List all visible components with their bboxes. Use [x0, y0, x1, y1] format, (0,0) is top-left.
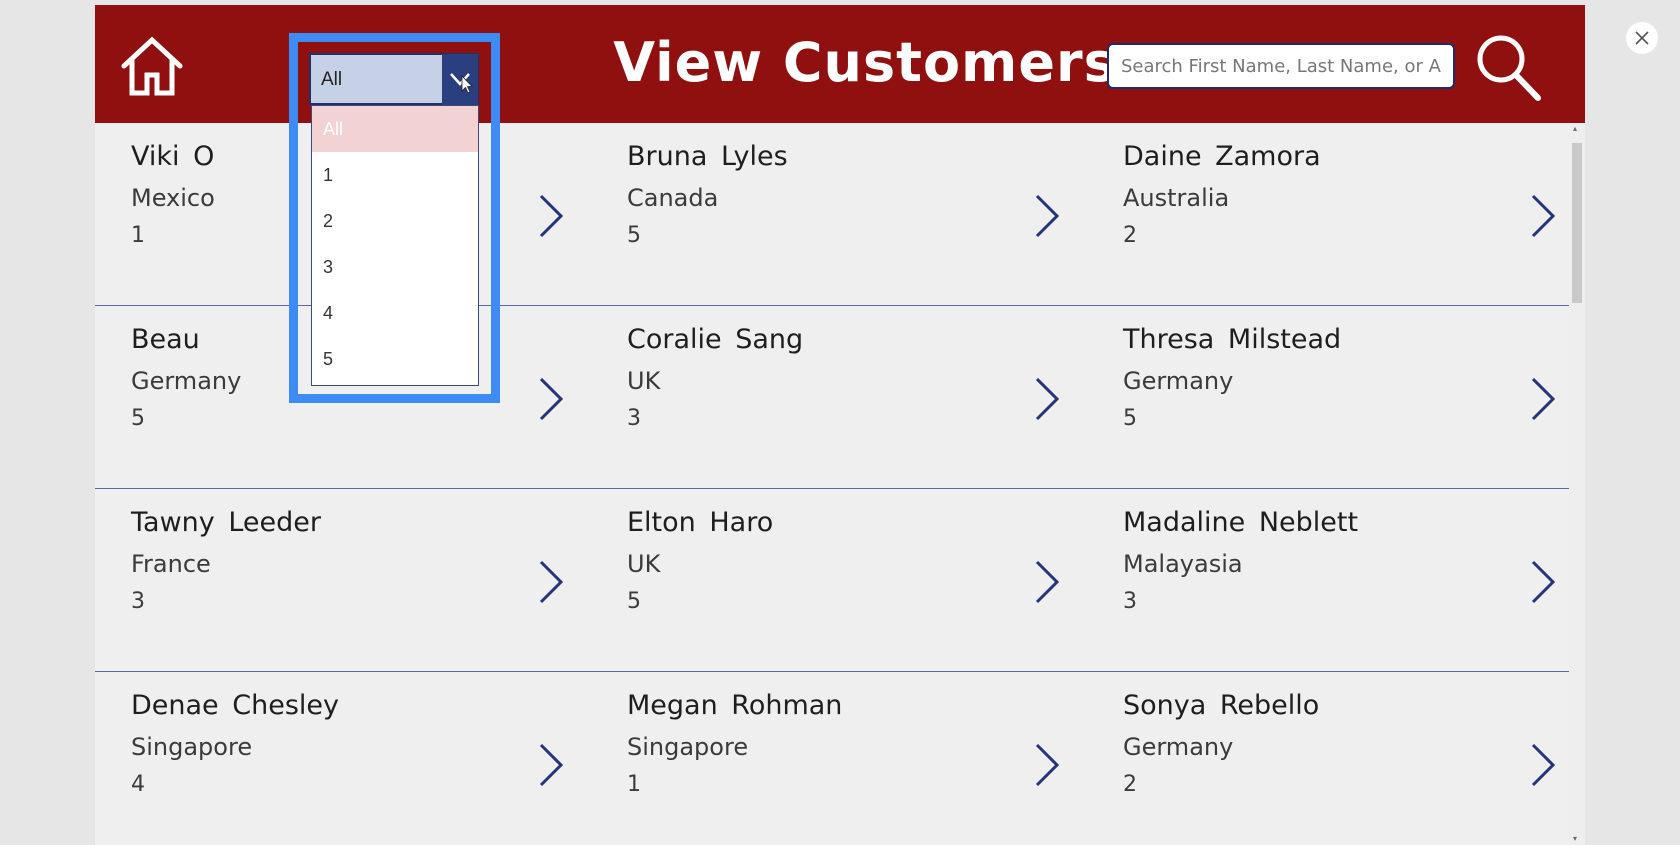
customer-age: 3: [131, 589, 145, 614]
customer-country: Canada: [627, 184, 719, 212]
page-title: View Customers: [613, 31, 1117, 94]
customer-card[interactable]: Madaline Neblett Malayasia 3: [1087, 489, 1583, 672]
customer-name: Beau: [131, 324, 200, 355]
customer-card[interactable]: Daine Zamora Australia 2: [1087, 123, 1583, 306]
gallery-scrollbar[interactable]: ▴ ▾: [1569, 123, 1585, 845]
close-icon: [1635, 31, 1649, 45]
customer-card[interactable]: Bruna Lyles Canada 5: [591, 123, 1087, 306]
customer-name: Madaline Neblett: [1123, 507, 1359, 538]
dropdown-value: All: [321, 69, 343, 90]
customer-country: France: [131, 550, 211, 578]
customer-name: Bruna Lyles: [627, 141, 788, 172]
customer-name: Elton Haro: [627, 507, 774, 538]
customer-age: 3: [627, 406, 641, 431]
customer-card[interactable]: Megan Rohman Singapore 1: [591, 672, 1087, 845]
customer-country: Australia: [1123, 184, 1230, 212]
customer-name: Denae Chesley: [131, 690, 339, 721]
customer-age: 5: [627, 589, 641, 614]
chevron-right-icon[interactable]: [1529, 559, 1557, 605]
customer-name: Thresa Milstead: [1123, 324, 1342, 355]
customer-card[interactable]: Tawny Leeder France 3: [95, 489, 591, 672]
dropdown-selected[interactable]: All: [309, 53, 479, 106]
customer-age: 3: [1123, 589, 1137, 614]
customer-country: Singapore: [627, 733, 749, 761]
chevron-right-icon[interactable]: [1033, 193, 1061, 239]
close-button[interactable]: [1626, 22, 1658, 54]
customer-country: Germany: [131, 367, 242, 395]
magnifier-icon: [1477, 35, 1541, 101]
customer-age: 2: [1123, 223, 1137, 248]
customers-screen: View Customers Viki O Mexico 1 Bruna Lyl…: [95, 5, 1585, 845]
customer-name: Sonya Rebello: [1123, 690, 1320, 721]
customer-name: Daine Zamora: [1123, 141, 1321, 172]
customer-age: 5: [131, 406, 145, 431]
home-icon: [121, 36, 183, 96]
customer-country: Singapore: [131, 733, 253, 761]
gallery-row: Denae Chesley Singapore 4 Megan Rohman S…: [95, 672, 1569, 845]
dropdown-option[interactable]: 1: [312, 152, 478, 198]
home-button[interactable]: [119, 35, 185, 97]
customer-name: Megan Rohman: [627, 690, 843, 721]
chevron-right-icon[interactable]: [1529, 193, 1557, 239]
mouse-cursor-icon: [461, 75, 473, 94]
customer-name: Tawny Leeder: [131, 507, 321, 538]
chevron-right-icon[interactable]: [537, 193, 565, 239]
scroll-down-arrow[interactable]: ▾: [1573, 835, 1577, 843]
dropdown-options: All 1 2 3 4 5: [311, 105, 479, 386]
search-input[interactable]: [1107, 43, 1455, 89]
chevron-down-icon: [450, 73, 473, 94]
chevron-right-icon[interactable]: [537, 559, 565, 605]
search-button[interactable]: [1475, 33, 1543, 103]
gallery-row: Tawny Leeder France 3 Elton Haro UK 5 Ma…: [95, 489, 1569, 672]
customer-age: 4: [131, 772, 145, 797]
chevron-right-icon[interactable]: [1529, 376, 1557, 422]
chevron-right-icon[interactable]: [537, 742, 565, 788]
customer-name: Viki O: [131, 141, 215, 172]
customer-country: UK: [627, 550, 661, 578]
scroll-up-arrow[interactable]: ▴: [1573, 125, 1577, 133]
customer-card[interactable]: Coralie Sang UK 3: [591, 306, 1087, 489]
dropdown-option[interactable]: 5: [312, 336, 478, 382]
chevron-right-icon[interactable]: [1033, 742, 1061, 788]
customer-card[interactable]: Sonya Rebello Germany 2: [1087, 672, 1583, 845]
customer-age: 5: [1123, 406, 1137, 431]
customer-country: Germany: [1123, 733, 1234, 761]
dropdown-option[interactable]: 3: [312, 244, 478, 290]
dropdown-option[interactable]: 2: [312, 198, 478, 244]
dropdown-toggle[interactable]: [442, 54, 478, 106]
customer-card[interactable]: Thresa Milstead Germany 5: [1087, 306, 1583, 489]
customer-country: Germany: [1123, 367, 1234, 395]
customer-country: UK: [627, 367, 661, 395]
chevron-right-icon[interactable]: [1033, 559, 1061, 605]
customer-card[interactable]: Elton Haro UK 5: [591, 489, 1087, 672]
customer-age: 1: [131, 223, 145, 248]
chevron-right-icon[interactable]: [1529, 742, 1557, 788]
customer-name: Coralie Sang: [627, 324, 804, 355]
dropdown-option[interactable]: All: [312, 106, 478, 152]
chevron-right-icon[interactable]: [537, 376, 565, 422]
customer-card[interactable]: Denae Chesley Singapore 4: [95, 672, 591, 845]
chevron-right-icon[interactable]: [1033, 376, 1061, 422]
customer-country: Malayasia: [1123, 550, 1243, 578]
customer-country: Mexico: [131, 184, 215, 212]
customer-age: 2: [1123, 772, 1137, 797]
scroll-thumb[interactable]: [1572, 143, 1582, 303]
customer-age: 5: [627, 223, 641, 248]
customer-age: 1: [627, 772, 641, 797]
age-filter-dropdown[interactable]: All All 1 2 3 4 5: [309, 53, 479, 387]
dropdown-option[interactable]: 4: [312, 290, 478, 336]
